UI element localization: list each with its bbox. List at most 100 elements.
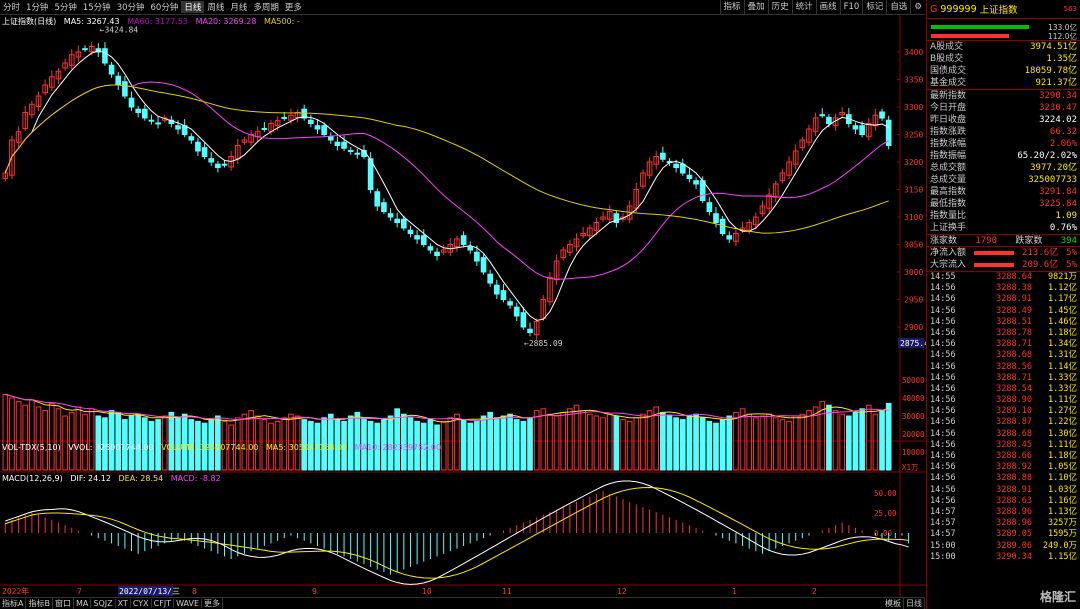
tick-row: 14:56 3288.66 1.18亿 [927, 451, 1080, 462]
stat-label: 指数涨幅 [930, 139, 967, 149]
volume-bar [567, 408, 573, 471]
candle [122, 81, 128, 97]
tick-time: 14:56 [930, 495, 956, 506]
bottom-tab-5[interactable]: XT [116, 599, 131, 608]
turnover-stats: A股成交 3974.51亿 B股成交 1.35亿 国债成交 18059.78亿 基金成交 92… [927, 40, 1080, 89]
stats1-row-3: 基金成交 921.37亿 [927, 77, 1080, 89]
stat-value: 1.09 [1055, 211, 1077, 221]
candle [387, 213, 394, 218]
volume-bar [779, 419, 786, 471]
tick-time: 14:57 [930, 529, 956, 540]
tick-row: 14:56 3288.91 1.17亿 [927, 294, 1080, 305]
candle [480, 257, 487, 273]
stat-value: 65.20/2.02% [1017, 151, 1077, 161]
tick-price: 3289.05 [996, 529, 1032, 540]
flow-bar [974, 251, 1015, 255]
flow-pct: 5% [1066, 248, 1077, 258]
tick-list[interactable]: 14:55 3288.64 9821万 14:56 3288.38 1.12亿 14:56 3… [927, 271, 1080, 563]
date-tick: 9 [312, 587, 317, 596]
candle [826, 116, 832, 124]
tick-row: 14:56 3288.68 1.31亿 [927, 350, 1080, 361]
price-tick: 3150 [904, 186, 923, 195]
tick-time: 15:00 [930, 540, 956, 551]
stats2-row-10: 指数量比 1.09 [927, 210, 1080, 222]
volume-bar [693, 413, 699, 471]
volume-bar [593, 415, 600, 471]
volume-bar [846, 415, 852, 471]
tick-time: 14:55 [930, 272, 956, 282]
tick-row: 14:56 3288.92 1.05亿 [927, 462, 1080, 473]
money-flows: 净流入额 213.6亿 5% 大宗流入 209.6亿 5% [927, 246, 1080, 271]
tick-volume: 1.13亿 [1048, 506, 1077, 517]
ratio-bars: 133.0亿 112.0亿 [927, 18, 1080, 41]
candle [314, 125, 321, 130]
tick-price: 3288.90 [996, 395, 1032, 406]
bottom-tab-9[interactable]: 更多 [202, 598, 224, 609]
tick-price: 3288.66 [996, 451, 1032, 461]
macd-legend-name: MACD(12,26,9) [2, 474, 63, 483]
candle [108, 64, 115, 75]
tick-volume: 1.11亿 [1048, 395, 1077, 406]
vol-ma5-label: MA5: 305047168.00 [265, 443, 348, 452]
flow-pct: 5% [1066, 260, 1077, 270]
tick-time: 14:56 [930, 406, 956, 417]
tick-row: 14:56 3288.68 1.30亿 [927, 429, 1080, 440]
candle [713, 213, 719, 223]
tick-time: 14:56 [930, 383, 956, 394]
volume-bar [2, 393, 9, 471]
stat-label: B股成交 [930, 54, 964, 64]
volume-bar [806, 410, 812, 471]
candle [401, 218, 407, 229]
volume-bar [606, 413, 613, 471]
candle [141, 108, 148, 119]
flow-value: 209.6亿 [1022, 260, 1059, 270]
vol-legend-name: VOL-TDX(5,10) [2, 443, 61, 452]
vol-tick: 30000 [902, 412, 925, 421]
stat-value: 3974.51亿 [1030, 42, 1077, 52]
tick-time: 14:56 [930, 451, 956, 461]
volume-bar [826, 404, 832, 471]
bottom-right-1[interactable]: 日线 [904, 598, 925, 609]
candle [660, 152, 666, 160]
bottom-tab-2[interactable]: 窗口 [53, 598, 74, 609]
volume-bar [719, 419, 726, 471]
volume-bar [507, 413, 513, 471]
volume-bar [726, 415, 733, 471]
macd-tick: 25.00 [874, 509, 897, 518]
candle [706, 202, 713, 212]
dea-line [5, 487, 909, 579]
bottom-tab-7[interactable]: CFJT [152, 599, 175, 608]
dif-line [5, 480, 909, 585]
volume-bar [819, 401, 826, 471]
ma5-line [4, 50, 889, 321]
price-tick: 3400 [904, 48, 923, 57]
bottom-tab-1[interactable]: 指标B [26, 598, 53, 609]
tick-price: 3288.88 [996, 473, 1032, 484]
candle [321, 125, 327, 135]
candle [460, 235, 467, 245]
stat-value: 3290.34 [1039, 91, 1077, 101]
flow-row-0: 净流入额 213.6亿 5% [927, 247, 1080, 259]
tick-volume: 1.33亿 [1048, 383, 1077, 394]
candle [726, 235, 733, 240]
code-prefix: G [930, 3, 938, 15]
price-tick: 2950 [904, 296, 923, 305]
bottom-tab-0[interactable]: 指标A [0, 598, 27, 609]
bottom-tab-6[interactable]: CYX [131, 599, 152, 608]
bottom-tab-4[interactable]: SQJZ [91, 599, 116, 608]
date-tick: 8 [192, 587, 197, 596]
candle [819, 114, 826, 117]
volume-bar [640, 413, 646, 471]
candle [520, 312, 527, 328]
volume-bar [660, 411, 666, 471]
volume-bar [812, 406, 819, 471]
bottom-tab-8[interactable]: WAVE [174, 599, 203, 608]
stat-value: 0.76% [1049, 223, 1077, 233]
vol-tick: 10000 [902, 448, 925, 457]
bottom-tab-3[interactable]: MA [74, 599, 92, 608]
stat-value: 18059.78亿 [1024, 66, 1077, 76]
kline-chart[interactable]: 3400335033003250320031503100305030002950… [0, 0, 926, 597]
dif-label: DIF: 24.12 [70, 474, 111, 483]
candle [487, 273, 493, 284]
bottom-right-0[interactable]: 模板 [883, 598, 904, 609]
